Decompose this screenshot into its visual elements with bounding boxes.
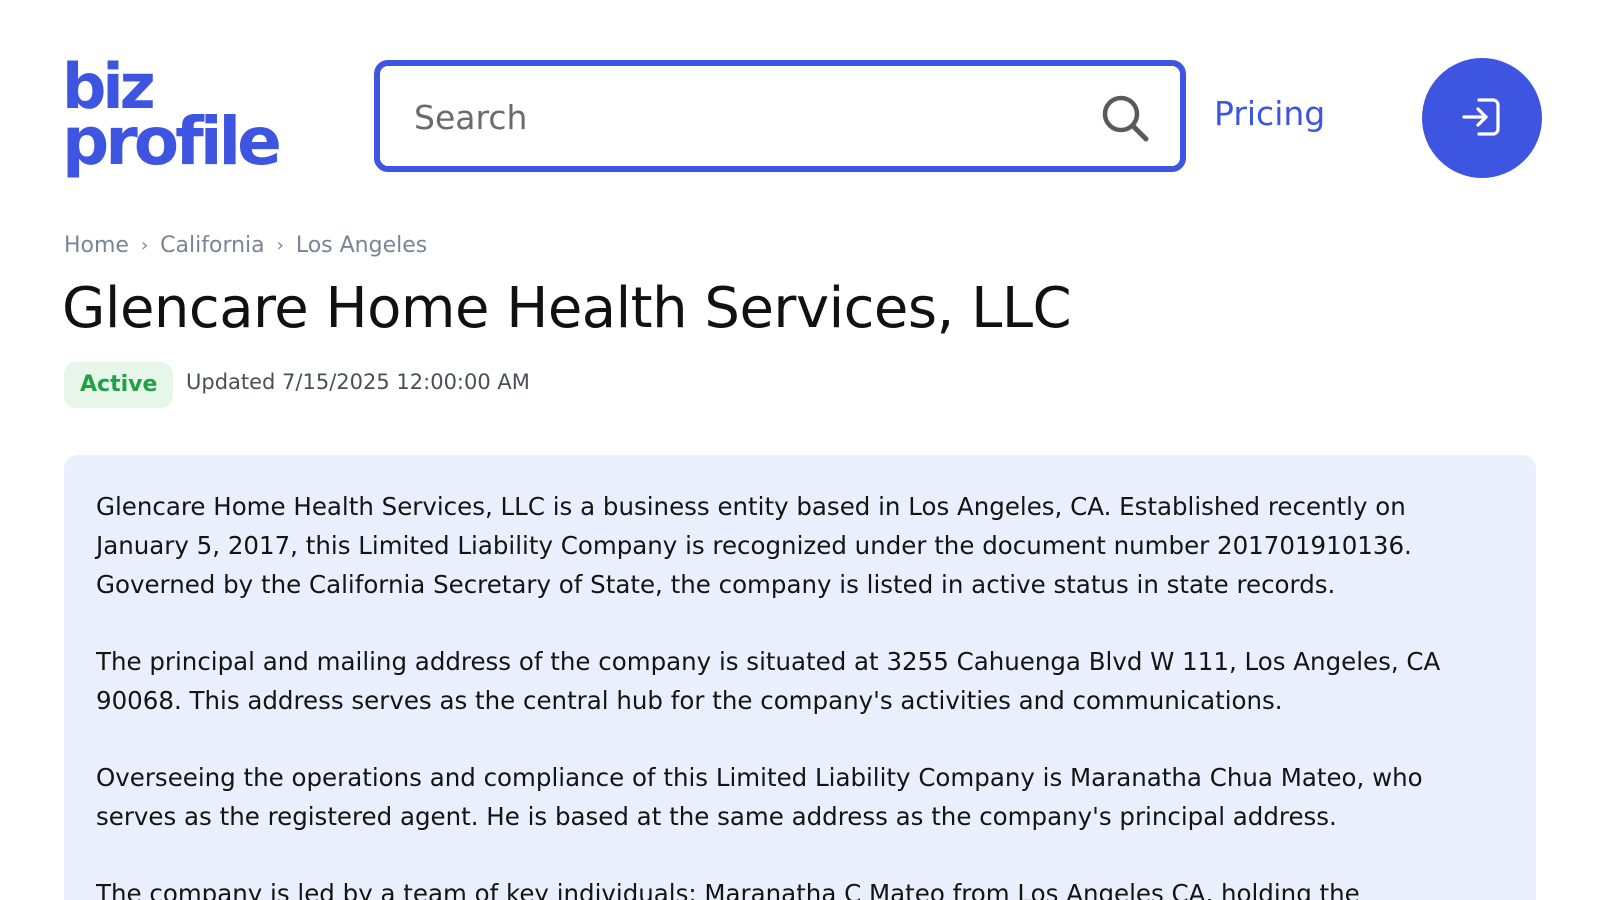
breadcrumb-california[interactable]: California xyxy=(160,233,264,258)
search-icon[interactable] xyxy=(1100,93,1150,143)
header: biz profile Pricing xyxy=(62,56,1542,180)
page-title: Glencare Home Health Services, LLC xyxy=(62,276,1072,341)
status-badge: Active xyxy=(64,362,174,408)
search-input[interactable] xyxy=(414,92,1074,142)
logo-text-profile: profile xyxy=(62,103,282,180)
breadcrumb-separator: › xyxy=(140,235,149,256)
description-card: Glencare Home Health Services, LLC is a … xyxy=(64,455,1536,900)
breadcrumb: Home › California › Los Angeles xyxy=(64,233,427,258)
breadcrumb-home[interactable]: Home xyxy=(64,233,129,258)
description-paragraph: The company is led by a team of key indi… xyxy=(96,879,1360,900)
breadcrumb-los-angeles[interactable]: Los Angeles xyxy=(296,233,427,258)
breadcrumb-separator: › xyxy=(276,235,284,256)
page: biz profile Pricing Ho xyxy=(0,0,1600,900)
search-box[interactable] xyxy=(374,60,1186,172)
bizprofile-logo[interactable]: biz profile xyxy=(62,56,304,180)
description-paragraph: Glencare Home Health Services, LLC is a … xyxy=(96,492,1412,599)
login-icon xyxy=(1459,94,1505,143)
pricing-link[interactable]: Pricing xyxy=(1214,94,1325,133)
updated-timestamp: Updated 7/15/2025 12:00:00 AM xyxy=(186,370,530,394)
description-paragraph: Overseeing the operations and compliance… xyxy=(96,763,1423,831)
login-button[interactable] xyxy=(1422,58,1542,178)
description-paragraph: The principal and mailing address of the… xyxy=(96,647,1441,715)
